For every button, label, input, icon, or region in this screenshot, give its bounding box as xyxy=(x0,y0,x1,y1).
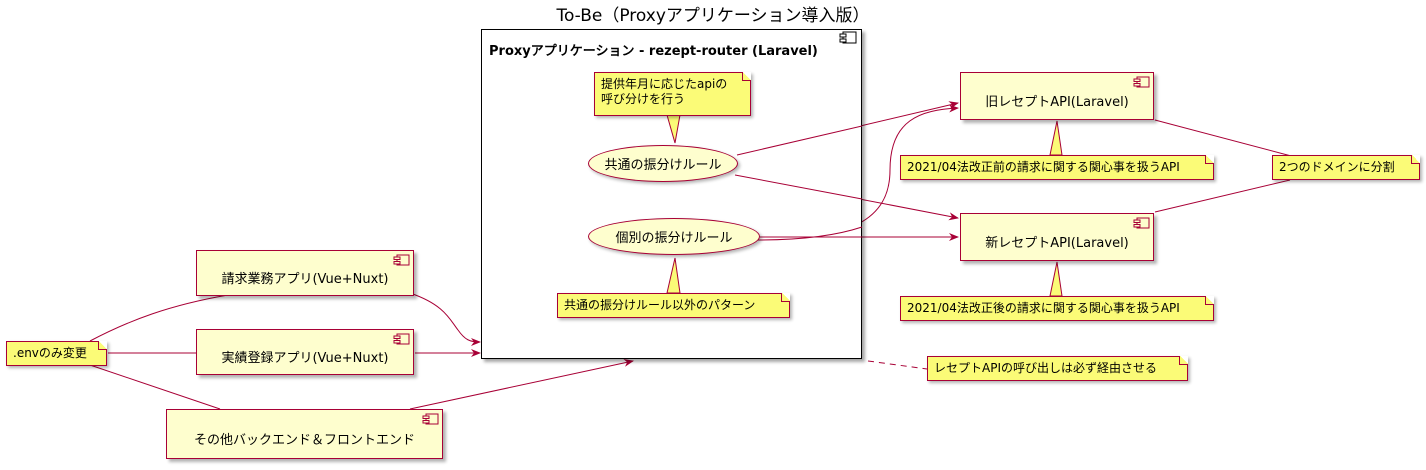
note-via-proxy-text: レセプトAPIの呼び出しは必ず経由させる xyxy=(934,361,1157,375)
note-tail-before xyxy=(1049,120,1063,156)
usecase-individual-rule[interactable]: 個別の振分けルール xyxy=(588,218,760,255)
note-other-pattern: 共通の振分けルール以外のパターン xyxy=(557,293,790,318)
package-title: Proxyアプリケーション - rezept-router (Laravel) xyxy=(489,44,818,59)
other-app-label: その他バックエンド＆フロントエンド xyxy=(193,432,415,448)
note-tail-after xyxy=(1049,261,1063,297)
usecase-common-rule[interactable]: 共通の振分けルール xyxy=(588,145,738,182)
link-proxy-note xyxy=(867,360,928,370)
note-env-text: .envのみ変更 xyxy=(13,346,87,360)
component-record-app[interactable]: 実績登録アプリ(Vue+Nuxt) xyxy=(196,329,414,375)
note-split-text: 2つのドメインに分割 xyxy=(1279,160,1395,174)
note-before-reform: 2021/04法改正前の請求に関する関心事を扱うAPI xyxy=(900,155,1214,180)
usecase-common-label: 共通の振分けルール xyxy=(604,158,722,173)
note-provision-line1: 提供年月に応じたapiの xyxy=(601,77,728,91)
arrow-billing-proxy xyxy=(409,292,481,346)
note-after-reform: 2021/04法改正後の請求に関する関心事を扱うAPI xyxy=(900,296,1214,321)
old-api-label: 旧レセプトAPI(Laravel) xyxy=(985,94,1129,110)
note-env-change: .envのみ変更 xyxy=(6,341,107,366)
component-other-app[interactable]: その他バックエンド＆フロントエンド xyxy=(166,409,443,459)
arrow-other-proxy xyxy=(409,358,634,410)
note-split-domains: 2つのドメインに分割 xyxy=(1272,155,1420,180)
component-new-api[interactable]: 新レセプトAPI(Laravel) xyxy=(960,213,1154,261)
note-via-proxy: レセプトAPIの呼び出しは必ず経由させる xyxy=(927,356,1188,381)
component-old-api[interactable]: 旧レセプトAPI(Laravel) xyxy=(960,72,1154,120)
link-new-split xyxy=(1154,179,1291,213)
note-provision-line2: 呼び分けを行う xyxy=(601,92,686,106)
new-api-label: 新レセプトAPI(Laravel) xyxy=(985,235,1129,251)
note-other-pattern-text: 共通の振分けルール以外のパターン xyxy=(564,298,756,312)
note-provision: 提供年月に応じたapiの 呼び分けを行う xyxy=(594,72,751,116)
usecase-individual-label: 個別の振分けルール xyxy=(615,231,733,246)
record-app-label: 実績登録アプリ(Vue+Nuxt) xyxy=(221,350,389,366)
link-old-split xyxy=(1154,119,1296,158)
note-after-reform-text: 2021/04法改正後の請求に関する関心事を扱うAPI xyxy=(907,301,1180,315)
note-before-reform-text: 2021/04法改正前の請求に関する関心事を扱うAPI xyxy=(907,160,1180,174)
billing-app-label: 請求業務アプリ(Vue+Nuxt) xyxy=(221,271,389,287)
component-billing-app[interactable]: 請求業務アプリ(Vue+Nuxt) xyxy=(196,250,414,296)
